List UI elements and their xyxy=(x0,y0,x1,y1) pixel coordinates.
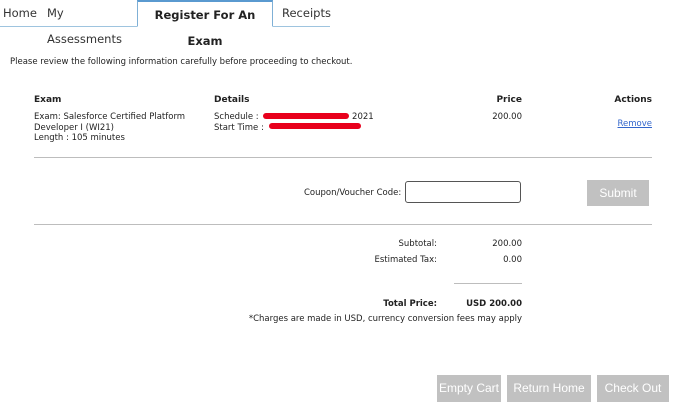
total-value: USD 200.00 xyxy=(466,299,522,309)
exam-length: Length : 105 minutes xyxy=(34,133,125,143)
total-label: Total Price: xyxy=(383,299,437,309)
exam-name-line2: Developer I (WI21) xyxy=(34,122,114,133)
exam-price: 200.00 xyxy=(492,112,522,122)
start-time-label: Start Time : xyxy=(214,122,264,133)
schedule-row: Schedule : 2021 xyxy=(214,112,434,123)
header-exam: Exam xyxy=(34,95,62,105)
header-actions: Actions xyxy=(614,95,652,105)
header-details: Details xyxy=(214,95,250,105)
tab-receipts[interactable]: Receipts xyxy=(282,0,332,26)
currency-note: *Charges are made in USD, currency conve… xyxy=(248,314,522,324)
coupon-label: Coupon/Voucher Code: xyxy=(304,188,402,198)
coupon-input[interactable] xyxy=(405,181,521,203)
tax-label: Estimated Tax: xyxy=(374,255,437,265)
remove-link[interactable]: Remove xyxy=(618,119,653,129)
subtotal-value: 200.00 xyxy=(492,239,522,249)
exam-name-line1: Exam: Salesforce Certified Platform xyxy=(34,112,186,122)
submit-button[interactable]: Submit xyxy=(587,180,649,206)
check-out-button[interactable]: Check Out xyxy=(597,375,669,402)
header-price: Price xyxy=(496,95,522,105)
tab-home[interactable]: Home xyxy=(3,0,37,26)
tax-value: 0.00 xyxy=(503,255,522,265)
subtotal-label: Subtotal: xyxy=(398,239,437,249)
divider-top xyxy=(34,157,652,158)
nav-tabs: Home My Assessments Register For An Exam… xyxy=(0,0,675,48)
schedule-label: Schedule : xyxy=(214,112,259,122)
exam-info: Exam: Salesforce Certified Platform Deve… xyxy=(34,112,204,144)
start-time-redaction xyxy=(268,123,361,129)
tab-my-assessments[interactable]: My Assessments xyxy=(47,0,132,46)
divider-bottom xyxy=(34,224,652,225)
tab-register-for-an-exam[interactable]: Register For An Exam xyxy=(137,0,273,48)
schedule-redaction xyxy=(263,112,350,119)
return-home-button[interactable]: Return Home xyxy=(507,375,591,402)
schedule-year: 2021 xyxy=(352,112,374,122)
start-time-row: Start Time : xyxy=(214,123,434,134)
intro-text: Please review the following information … xyxy=(10,57,353,67)
exam-details: Schedule : 2021 Start Time : xyxy=(214,112,434,133)
total-divider xyxy=(454,283,522,284)
empty-cart-button[interactable]: Empty Cart xyxy=(437,375,501,402)
